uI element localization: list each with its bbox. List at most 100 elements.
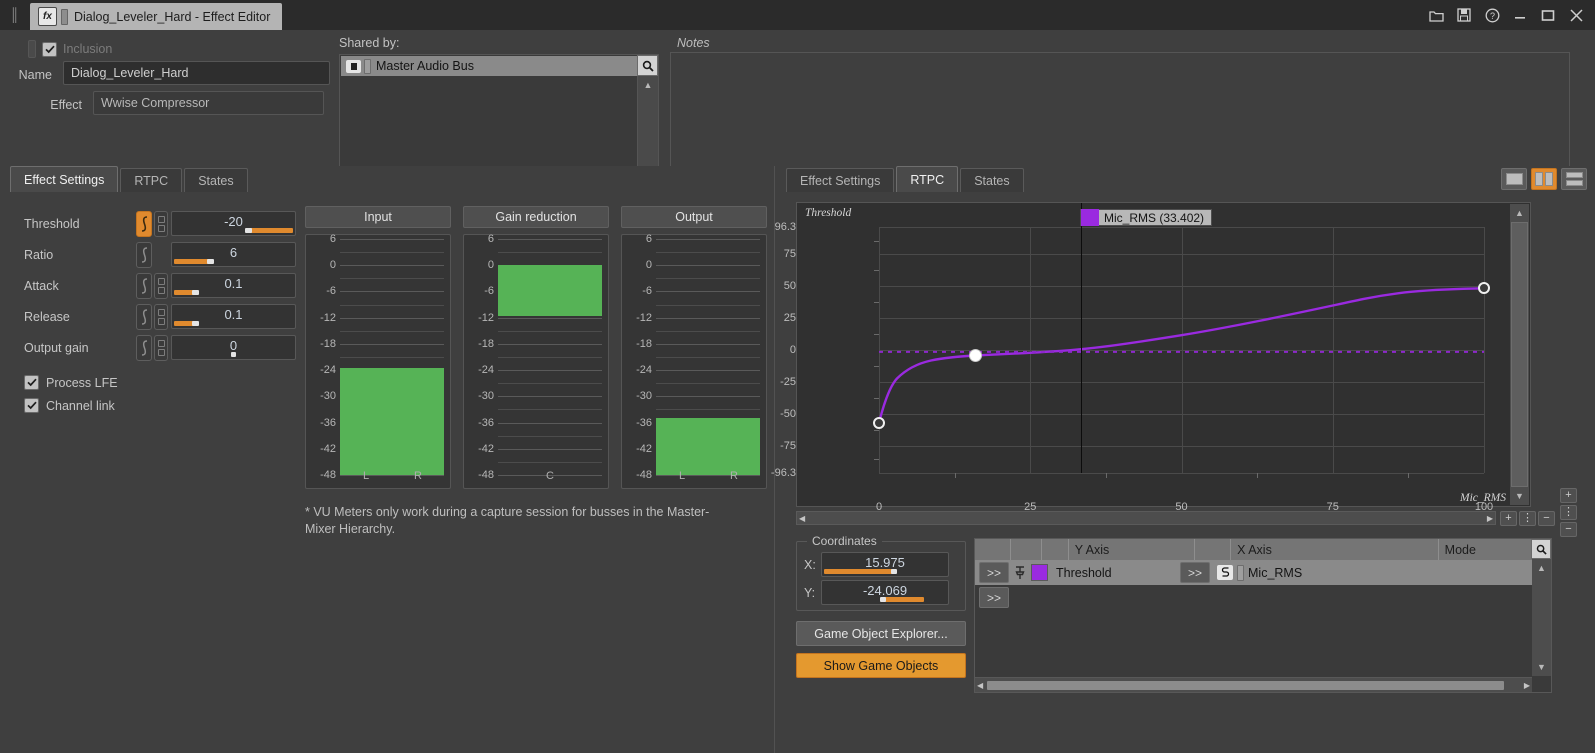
maximize-icon[interactable]	[1535, 1, 1561, 29]
scroll-right-icon[interactable]: ▶	[1487, 514, 1493, 523]
table-horizontal-scrollbar[interactable]: ◀ ▶	[975, 677, 1532, 692]
tab-rtpc-right[interactable]: RTPC	[896, 166, 959, 192]
vu-column-gain-reduction: Gain reduction 6 0 -6 -12 -18 -24 -30 -3…	[463, 206, 609, 489]
graph-horizontal-scrollbar[interactable]: ◀ ▶	[796, 511, 1496, 525]
rtpc-curve-icon[interactable]	[136, 334, 152, 361]
view-single-icon[interactable]	[1501, 168, 1527, 190]
legend-color-swatch	[1081, 209, 1099, 226]
new-row-expand-button[interactable]: >>	[979, 587, 1009, 608]
tab-states-right[interactable]: States	[960, 168, 1024, 192]
vu-bar	[498, 265, 602, 316]
help-icon[interactable]: ?	[1479, 1, 1505, 29]
scroll-down-icon[interactable]: ▼	[1532, 658, 1551, 676]
vu-channels: L R	[340, 470, 444, 486]
tab-rtpc[interactable]: RTPC	[120, 168, 183, 192]
vu-bar	[340, 367, 393, 475]
channel-link-checkbox[interactable]	[24, 398, 39, 413]
rtpc-curve-icon[interactable]	[136, 303, 152, 330]
vu-plot	[340, 239, 444, 476]
scroll-left-icon[interactable]: ◀	[977, 681, 983, 690]
ratio-slider[interactable]: 6	[171, 242, 296, 267]
document-tab[interactable]: fx Dialog_Leveler_Hard - Effect Editor	[30, 3, 283, 30]
minimize-icon[interactable]	[1507, 1, 1533, 29]
shared-by-item-label: Master Audio Bus	[376, 59, 474, 73]
close-icon[interactable]	[1563, 1, 1589, 29]
table-row-empty[interactable]: >>	[975, 585, 1551, 610]
scroll-up-icon[interactable]: ▲	[1532, 559, 1551, 577]
scroll-thumb[interactable]	[987, 681, 1504, 690]
svg-text:?: ?	[1489, 11, 1494, 21]
th-x-axis[interactable]: X Axis	[1231, 539, 1439, 560]
link-icon[interactable]	[154, 210, 168, 237]
release-slider[interactable]: 0.1	[171, 304, 296, 329]
object-color-bar	[61, 8, 68, 25]
graph-vertical-scrollbar[interactable]: ▲ ▼	[1510, 204, 1529, 505]
game-object-explorer-button[interactable]: Game Object Explorer...	[796, 621, 966, 646]
view-split-horizontal-icon[interactable]	[1561, 168, 1587, 190]
inclusion-row: Inclusion	[28, 40, 112, 58]
show-game-objects-button[interactable]: Show Game Objects	[796, 653, 966, 678]
tab-states[interactable]: States	[184, 168, 248, 192]
tab-effect-settings[interactable]: Effect Settings	[10, 166, 119, 192]
curve-point-start[interactable]	[873, 416, 885, 429]
coordinate-y-input[interactable]: -24.069	[821, 580, 949, 605]
name-input[interactable]: Dialog_Leveler_Hard	[63, 61, 330, 85]
curve-point-selected[interactable]	[969, 349, 983, 362]
pin-icon[interactable]	[1009, 565, 1031, 580]
right-panel: Effect Settings RTPC States Threshold Mi…	[771, 166, 1595, 753]
threshold-slider[interactable]: -20	[171, 211, 296, 236]
scroll-up-icon[interactable]: ▲	[638, 76, 658, 94]
param-label: Output gain	[24, 340, 89, 355]
scroll-up-icon[interactable]: ▲	[1510, 204, 1529, 222]
table-row[interactable]: >> Threshold >> Mic_RMS	[975, 560, 1551, 585]
scroll-down-icon[interactable]: ▼	[1510, 487, 1529, 505]
curve-color-swatch[interactable]	[1031, 564, 1048, 581]
table-vertical-scrollbar[interactable]: ▲ ▼	[1532, 559, 1551, 676]
row-expand-button[interactable]: >>	[979, 562, 1009, 583]
link-icon[interactable]	[154, 334, 168, 361]
scroll-thumb[interactable]	[1511, 222, 1528, 487]
scroll-right-icon[interactable]: ▶	[1524, 681, 1530, 690]
coordinates-group: Coordinates X: 15.975 Y: -24.069	[796, 534, 966, 611]
link-icon[interactable]	[154, 272, 168, 299]
attack-slider[interactable]: 0.1	[171, 273, 296, 298]
window-grip-icon[interactable]: ║	[8, 8, 20, 22]
graph-y-tick: 25	[783, 311, 796, 324]
search-icon[interactable]	[637, 55, 658, 76]
rtpc-curve-icon[interactable]	[136, 210, 152, 237]
tab-effect-settings-right[interactable]: Effect Settings	[786, 168, 895, 192]
vu-body: 6 0 -6 -12 -18 -24 -30 -36 -42 -48	[305, 233, 451, 489]
table-search-icon[interactable]	[1531, 539, 1551, 559]
output-gain-slider[interactable]: 0	[171, 335, 296, 360]
save-icon[interactable]	[1451, 1, 1477, 29]
process-lfe-checkbox[interactable]	[24, 375, 39, 390]
view-split-vertical-icon[interactable]	[1531, 168, 1557, 190]
graph-legend[interactable]: Mic_RMS (33.402)	[1080, 209, 1213, 226]
zoom-in-vertical-icon[interactable]: +	[1560, 488, 1577, 503]
scroll-left-icon[interactable]: ◀	[799, 514, 805, 523]
row-x-expand-button[interactable]: >>	[1180, 562, 1210, 583]
link-icon[interactable]	[154, 303, 168, 330]
vu-tick: -36	[636, 416, 652, 429]
th-y-axis[interactable]: Y Axis	[1069, 539, 1196, 560]
vu-tick: -24	[636, 364, 652, 377]
zoom-fit-horizontal-icon[interactable]: ⋮	[1519, 511, 1536, 526]
list-item[interactable]: Master Audio Bus	[341, 56, 646, 76]
game-parameter-icon	[1217, 565, 1233, 580]
zoom-out-vertical-icon[interactable]: −	[1560, 522, 1577, 537]
coordinate-x-value: 15.975	[865, 555, 905, 570]
vu-tick: -6	[326, 285, 336, 298]
vu-tick: -36	[478, 416, 494, 429]
rtpc-graph[interactable]: Threshold Mic_RMS 96.3 75 50 25 0 -25 -5…	[771, 202, 1531, 513]
window-title: Dialog_Leveler_Hard - Effect Editor	[74, 9, 271, 24]
inclusion-checkbox[interactable]	[42, 41, 57, 57]
zoom-fit-vertical-icon[interactable]: ⋮	[1560, 505, 1577, 520]
curve-point-end[interactable]	[1478, 282, 1490, 295]
rtpc-curve-icon[interactable]	[136, 272, 152, 299]
zoom-in-horizontal-icon[interactable]: +	[1500, 511, 1517, 526]
zoom-out-horizontal-icon[interactable]: −	[1538, 511, 1555, 526]
rtpc-curve-icon[interactable]	[136, 241, 152, 268]
coordinate-x-input[interactable]: 15.975	[821, 552, 949, 577]
graph-plot-area[interactable]: 96.3 75 50 25 0 -25 -50 -75 -96.3 0 25 5…	[771, 203, 1493, 513]
open-icon[interactable]	[1423, 1, 1449, 29]
